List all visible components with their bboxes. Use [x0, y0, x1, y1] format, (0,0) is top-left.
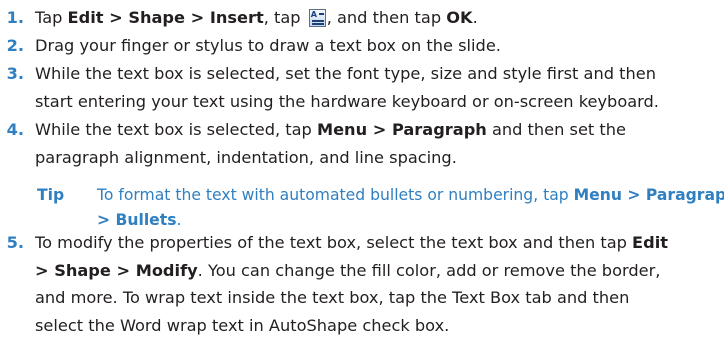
step-text: Tap Edit > Shape > Insert, tap A, and th… [35, 8, 478, 27]
menu-path: > Bullets [97, 211, 177, 229]
menu-path: Edit > Shape > Insert [67, 8, 264, 27]
menu-path: Edit [632, 233, 668, 252]
step-number: 4. [6, 120, 24, 139]
tip-label: Tip [37, 186, 65, 204]
instruction-list: 1. Tap Edit > Shape > Insert, tap A, and… [0, 0, 724, 340]
insert-text-box-icon: A [308, 9, 326, 27]
step-number: 1. [6, 8, 24, 27]
step-text: Drag your finger or stylus to draw a tex… [35, 36, 501, 55]
tip-text: To format the text with automated bullet… [97, 183, 724, 233]
menu-path: > Shape > Modify [35, 260, 198, 280]
menu-path: Menu > Paragraph [573, 186, 724, 204]
step-number: 2. [6, 36, 24, 55]
step-text: While the text box is selected, tap Menu… [35, 120, 626, 167]
ok-label: OK [446, 8, 473, 27]
step-number: 3. [6, 64, 24, 83]
step-text: While the text box is selected, set the … [35, 64, 659, 111]
step-number: 5. [6, 233, 24, 252]
menu-path: Menu > Paragraph [316, 120, 487, 139]
step-text: To modify the properties of the text box… [35, 233, 668, 335]
